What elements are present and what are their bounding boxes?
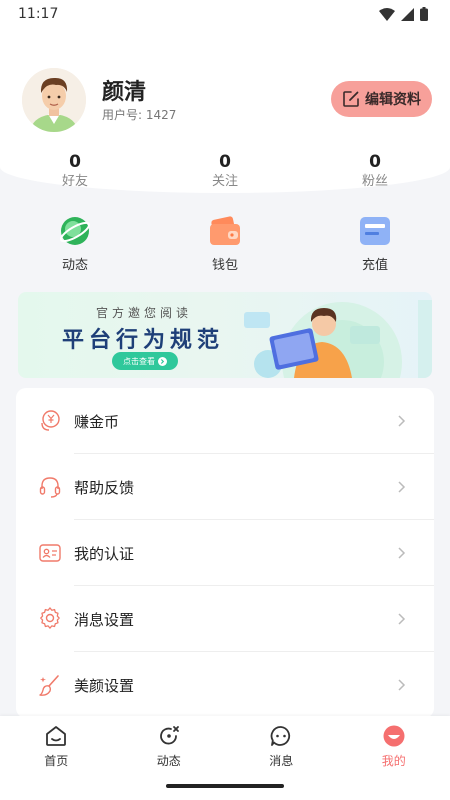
menu-label: 赚金币 — [74, 412, 120, 431]
status-bar: 11:17 — [0, 0, 450, 28]
profile-face-icon — [383, 725, 405, 747]
shortcut-label: 钱包 — [211, 258, 238, 273]
banner-button-label: 点击查看 — [123, 356, 155, 366]
edit-profile-button[interactable]: 编辑资料 — [331, 81, 432, 117]
planet-icon — [59, 217, 91, 245]
user-id-row: 用户号: 1427 — [102, 106, 176, 123]
brush-icon — [39, 675, 59, 696]
user-id-label: 用户号: — [102, 108, 143, 122]
user-id-value: 1427 — [145, 108, 177, 122]
stat-value: 0 — [219, 152, 231, 172]
menu-label: 我的认证 — [74, 544, 135, 563]
headset-icon — [39, 477, 61, 498]
nav-home[interactable]: 首页 — [0, 716, 113, 776]
chevron-right-icon — [398, 415, 406, 427]
nav-label: 消息 — [269, 754, 294, 768]
chevron-right-icon — [398, 679, 406, 691]
coin-icon — [41, 410, 60, 431]
menu-item-help-feedback[interactable]: 帮助反馈 — [16, 454, 434, 520]
shortcut-label: 动态 — [61, 258, 88, 273]
id-card-icon — [39, 544, 61, 562]
status-icons — [379, 7, 428, 21]
menu-label: 美颜设置 — [74, 676, 135, 695]
menu-item-beauty-settings[interactable]: 美颜设置 — [16, 652, 434, 718]
banner-subtitle: 官方邀您阅读 — [96, 306, 193, 320]
nav-messages[interactable]: 消息 — [225, 716, 338, 776]
edit-icon — [343, 91, 359, 107]
nav-moments[interactable]: 动态 — [113, 716, 226, 776]
stat-label: 好友 — [61, 174, 88, 189]
edit-profile-label: 编辑资料 — [365, 92, 421, 108]
stat-following[interactable]: 0 关注 — [150, 152, 300, 191]
stat-label: 关注 — [211, 174, 238, 189]
gear-icon — [40, 607, 60, 629]
settings-menu: 赚金币 帮助反馈 我的认证 消息设置 美颜设置 — [16, 388, 434, 718]
nav-label: 我的 — [381, 754, 406, 768]
stat-label: 粉丝 — [361, 174, 388, 189]
profile-header: 颜清 用户号: 1427 编辑资料 0 好友 0 关注 0 粉丝 — [0, 28, 450, 193]
chevron-right-icon — [398, 613, 406, 625]
banner-title: 平台行为规范 — [62, 328, 225, 353]
shortcut-label: 充值 — [361, 258, 388, 273]
refresh-icon — [159, 726, 179, 745]
menu-item-message-settings[interactable]: 消息设置 — [16, 586, 434, 652]
menu-item-earn-coins[interactable]: 赚金币 — [16, 388, 434, 454]
nav-mine[interactable]: 我的 — [338, 716, 450, 776]
wallet-icon — [210, 216, 240, 245]
stat-value: 0 — [369, 152, 381, 172]
shortcut-row: 动态 钱包 充值 — [0, 214, 450, 273]
username: 颜清 — [102, 80, 147, 105]
shortcut-recharge[interactable]: 充值 — [300, 214, 450, 273]
avatar-illustration — [22, 68, 86, 132]
chat-icon — [270, 726, 291, 746]
chevron-right-icon — [398, 547, 406, 559]
battery-icon — [420, 7, 428, 21]
stat-friends[interactable]: 0 好友 — [0, 152, 150, 191]
stats-row: 0 好友 0 关注 0 粉丝 — [0, 152, 450, 191]
shortcut-wallet[interactable]: 钱包 — [150, 214, 300, 273]
banner-view-button[interactable]: 点击查看 — [112, 352, 178, 370]
signal-icon — [401, 7, 414, 21]
menu-label: 消息设置 — [74, 610, 135, 629]
banner-illustration — [244, 300, 432, 378]
home-indicator — [166, 784, 284, 788]
arrow-circle-icon — [158, 356, 167, 366]
home-icon — [46, 726, 67, 746]
menu-label: 帮助反馈 — [74, 478, 135, 497]
avatar[interactable] — [22, 68, 86, 132]
status-time: 11:17 — [18, 6, 59, 22]
wifi-icon — [379, 7, 395, 21]
stat-fans[interactable]: 0 粉丝 — [300, 152, 450, 191]
bottom-nav: 首页 动态 消息 我的 — [0, 716, 450, 800]
nav-label: 首页 — [44, 754, 69, 768]
nav-label: 动态 — [156, 754, 181, 768]
shortcut-moments[interactable]: 动态 — [0, 214, 150, 273]
card-icon — [360, 217, 390, 245]
chevron-right-icon — [398, 481, 406, 493]
platform-rules-banner[interactable]: 官方邀您阅读 平台行为规范 点击查看 — [18, 292, 432, 378]
menu-item-verification[interactable]: 我的认证 — [16, 520, 434, 586]
stat-value: 0 — [69, 152, 81, 172]
